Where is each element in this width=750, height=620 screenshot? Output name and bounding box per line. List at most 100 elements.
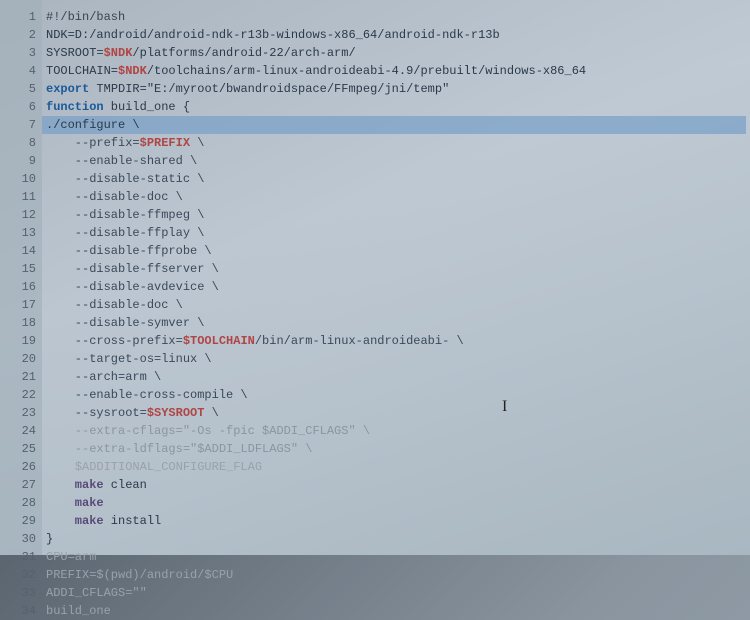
code-token: build_one { bbox=[104, 100, 190, 114]
code-line[interactable]: SYSROOT=$NDK/platforms/android-22/arch-a… bbox=[46, 44, 746, 62]
line-number: 8 bbox=[4, 134, 36, 152]
code-token: export bbox=[46, 82, 89, 96]
code-token: TMPDIR="E:/myroot/bwandroidspace/FFmpeg/… bbox=[89, 82, 449, 96]
code-token: clean bbox=[104, 478, 147, 492]
code-token: ./configure \ bbox=[46, 118, 140, 132]
code-line[interactable]: export TMPDIR="E:/myroot/bwandroidspace/… bbox=[46, 80, 746, 98]
code-line[interactable]: --disable-doc \ bbox=[46, 188, 746, 206]
code-token: $ADDI_CFLAGS bbox=[262, 424, 348, 438]
code-line[interactable]: --disable-ffmpeg \ bbox=[46, 206, 746, 224]
code-token: --disable-ffmpeg \ bbox=[46, 208, 204, 222]
code-line[interactable]: --disable-ffplay \ bbox=[46, 224, 746, 242]
code-token: $NDK bbox=[104, 46, 133, 60]
code-line[interactable]: --disable-static \ bbox=[46, 170, 746, 188]
line-number: 17 bbox=[4, 296, 36, 314]
code-line[interactable]: NDK=D:/android/android-ndk-r13b-windows-… bbox=[46, 26, 746, 44]
code-line[interactable]: --prefix=$PREFIX \ bbox=[46, 134, 746, 152]
code-line[interactable]: make install bbox=[46, 512, 746, 530]
line-number-gutter: 1234567891011121314151617181920212223242… bbox=[0, 0, 42, 555]
code-token: /platforms/android-22/arch-arm/ bbox=[132, 46, 355, 60]
line-number: 27 bbox=[4, 476, 36, 494]
code-token: --sysroot= bbox=[46, 406, 147, 420]
code-line[interactable]: } bbox=[46, 530, 746, 548]
line-number: 19 bbox=[4, 332, 36, 350]
code-token: TOOLCHAIN= bbox=[46, 64, 118, 78]
code-token: PREFIX=$(pwd)/android/$CPU bbox=[46, 568, 233, 582]
code-line[interactable]: --enable-cross-compile \ bbox=[46, 386, 746, 404]
code-token: --disable-static \ bbox=[46, 172, 204, 186]
code-line[interactable]: --extra-ldflags="$ADDI_LDFLAGS" \ bbox=[46, 440, 746, 458]
line-number: 32 bbox=[4, 566, 36, 584]
code-token: NDK=D:/android/android-ndk-r13b-windows-… bbox=[46, 28, 500, 42]
code-token: make bbox=[46, 496, 104, 510]
code-token: --disable-ffserver \ bbox=[46, 262, 219, 276]
code-line[interactable]: ./configure \ bbox=[42, 116, 746, 134]
code-line[interactable]: make clean bbox=[46, 476, 746, 494]
line-number: 10 bbox=[4, 170, 36, 188]
code-token: " \ bbox=[291, 442, 313, 456]
line-number: 26 bbox=[4, 458, 36, 476]
code-line[interactable]: --enable-shared \ bbox=[46, 152, 746, 170]
code-line[interactable]: $ADDITIONAL_CONFIGURE_FLAG bbox=[46, 458, 746, 476]
code-token: --disable-ffprobe \ bbox=[46, 244, 212, 258]
line-number: 7 bbox=[4, 116, 36, 134]
code-token: --target-os=linux \ bbox=[46, 352, 212, 366]
code-token: --enable-shared \ bbox=[46, 154, 197, 168]
code-token: --disable-doc \ bbox=[46, 190, 183, 204]
code-token: \ bbox=[204, 406, 218, 420]
code-token: function bbox=[46, 100, 104, 114]
line-number: 28 bbox=[4, 494, 36, 512]
code-line[interactable]: --cross-prefix=$TOOLCHAIN/bin/arm-linux-… bbox=[46, 332, 746, 350]
code-token: --arch=arm \ bbox=[46, 370, 161, 384]
line-number: 4 bbox=[4, 62, 36, 80]
code-token: #!/bin/bash bbox=[46, 10, 125, 24]
code-token: --extra-cflags="-Os -fpic bbox=[46, 424, 262, 438]
code-line[interactable]: --disable-ffprobe \ bbox=[46, 242, 746, 260]
code-line[interactable]: make bbox=[46, 494, 746, 512]
code-token: " \ bbox=[348, 424, 370, 438]
code-area[interactable]: I #!/bin/bashNDK=D:/android/android-ndk-… bbox=[42, 0, 750, 555]
code-token: /bin/arm-linux-androideabi- \ bbox=[255, 334, 464, 348]
line-number: 16 bbox=[4, 278, 36, 296]
code-line[interactable]: --target-os=linux \ bbox=[46, 350, 746, 368]
code-line[interactable]: CPU=arm bbox=[46, 548, 746, 566]
code-token: ADDI_CFLAGS="" bbox=[46, 586, 147, 600]
line-number: 34 bbox=[4, 602, 36, 620]
code-line[interactable]: function build_one { bbox=[46, 98, 746, 116]
code-line[interactable]: #!/bin/bash bbox=[46, 8, 746, 26]
code-token: $PREFIX bbox=[140, 136, 190, 150]
line-number: 2 bbox=[4, 26, 36, 44]
code-line[interactable]: TOOLCHAIN=$NDK/toolchains/arm-linux-andr… bbox=[46, 62, 746, 80]
code-line[interactable]: ADDI_CFLAGS="" bbox=[46, 584, 746, 602]
line-number: 21 bbox=[4, 368, 36, 386]
line-number: 33 bbox=[4, 584, 36, 602]
code-token: --disable-symver \ bbox=[46, 316, 204, 330]
code-token: --extra-ldflags=" bbox=[46, 442, 197, 456]
line-number: 24 bbox=[4, 422, 36, 440]
code-line[interactable]: --disable-ffserver \ bbox=[46, 260, 746, 278]
code-token: --enable-cross-compile \ bbox=[46, 388, 248, 402]
line-number: 22 bbox=[4, 386, 36, 404]
code-token: /toolchains/arm-linux-androideabi-4.9/pr… bbox=[147, 64, 586, 78]
line-number: 11 bbox=[4, 188, 36, 206]
code-token: $ADDI_LDFLAGS bbox=[197, 442, 291, 456]
code-line[interactable]: --disable-avdevice \ bbox=[46, 278, 746, 296]
code-token: make bbox=[46, 478, 104, 492]
line-number: 15 bbox=[4, 260, 36, 278]
line-number: 1 bbox=[4, 8, 36, 26]
code-line[interactable]: --sysroot=$SYSROOT \ bbox=[46, 404, 746, 422]
code-token: --disable-avdevice \ bbox=[46, 280, 219, 294]
code-line[interactable]: build_one bbox=[46, 602, 746, 620]
code-line[interactable]: --disable-doc \ bbox=[46, 296, 746, 314]
line-number: 29 bbox=[4, 512, 36, 530]
code-line[interactable]: PREFIX=$(pwd)/android/$CPU bbox=[46, 566, 746, 584]
code-line[interactable]: --arch=arm \ bbox=[46, 368, 746, 386]
code-token: make bbox=[46, 514, 104, 528]
line-number: 25 bbox=[4, 440, 36, 458]
code-line[interactable]: --disable-symver \ bbox=[46, 314, 746, 332]
code-token: --cross-prefix= bbox=[46, 334, 183, 348]
code-line[interactable]: --extra-cflags="-Os -fpic $ADDI_CFLAGS" … bbox=[46, 422, 746, 440]
code-editor: 1234567891011121314151617181920212223242… bbox=[0, 0, 750, 555]
line-number: 5 bbox=[4, 80, 36, 98]
line-number: 13 bbox=[4, 224, 36, 242]
